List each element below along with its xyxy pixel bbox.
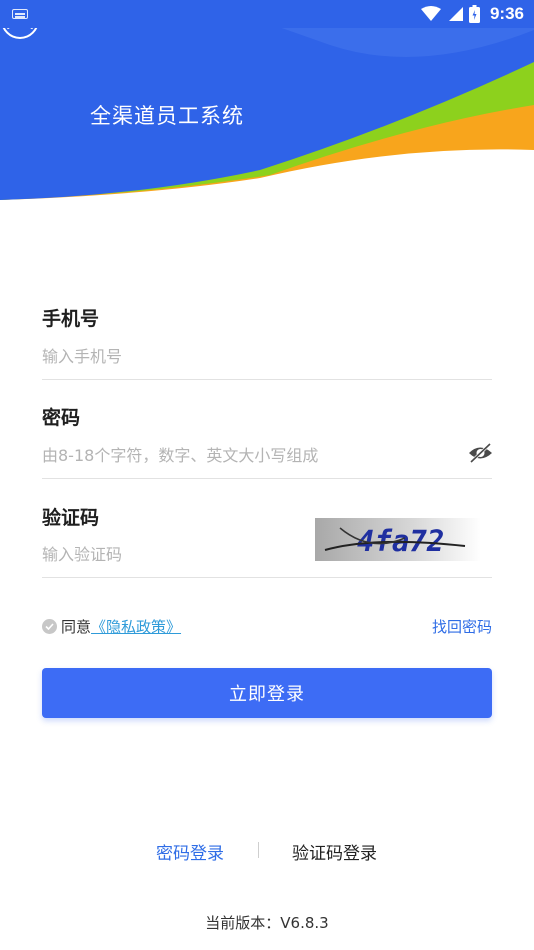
password-label: 密码	[42, 407, 81, 429]
password-divider	[42, 478, 492, 479]
privacy-policy-link[interactable]: 《隐私政策》	[91, 616, 181, 637]
keyboard-icon	[12, 9, 28, 19]
password-input[interactable]	[42, 441, 452, 469]
status-time: 9:36	[489, 4, 524, 23]
captcha-input[interactable]	[42, 540, 302, 568]
version-text: 当前版本：V6.8.3	[205, 914, 329, 932]
header-banner: 全渠道员工系统	[0, 0, 534, 200]
agree-check-icon[interactable]	[42, 619, 57, 634]
login-button[interactable]: 立即登录	[42, 668, 492, 718]
phone-input[interactable]	[42, 342, 482, 370]
captcha-image[interactable]: 4fa72	[315, 518, 481, 561]
password-login-tab[interactable]: 密码登录	[156, 839, 224, 864]
phone-divider	[42, 379, 492, 380]
agreement-row: 同意 《隐私政策》	[42, 616, 181, 637]
sms-login-tab[interactable]: 验证码登录	[292, 839, 377, 864]
forgot-password-link[interactable]: 找回密码	[432, 616, 492, 637]
signal-icon	[448, 7, 463, 21]
app-title: 全渠道员工系统	[90, 104, 244, 128]
phone-label: 手机号	[42, 308, 100, 330]
captcha-divider	[42, 577, 492, 578]
header-background	[0, 0, 534, 200]
captcha-label: 验证码	[42, 507, 100, 529]
hide-password-icon[interactable]	[467, 441, 494, 465]
battery-icon	[468, 5, 480, 23]
wifi-icon	[420, 6, 441, 21]
login-mode-separator	[258, 842, 259, 858]
agree-text: 同意	[61, 618, 92, 636]
status-bar: 9:36	[0, 0, 534, 28]
